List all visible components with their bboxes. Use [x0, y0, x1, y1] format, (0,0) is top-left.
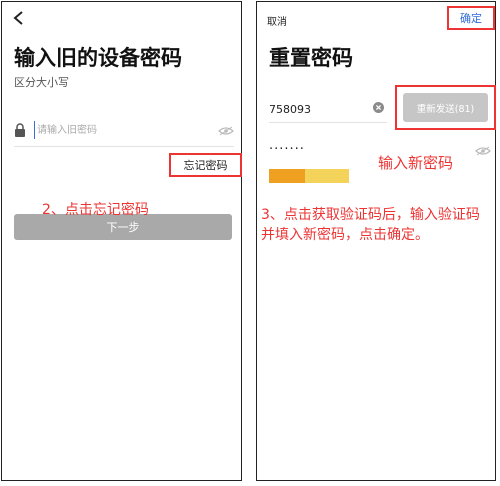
back-arrow-icon[interactable] [12, 10, 26, 26]
step-3-annotation: 3、点击获取验证码后，输入验证码并填入新密码，点击确定。 [261, 207, 480, 243]
reset-password-panel-right: 取消 确定 重置密码 重新发送(81) 输入新密码 3、点击获取验证码后，输入验… [256, 1, 496, 481]
input-underline [269, 122, 387, 123]
lock-icon [15, 123, 25, 137]
password-strength-bar [269, 169, 495, 183]
forgot-password-link[interactable]: 忘记密码 [169, 153, 242, 177]
eye-hidden-icon[interactable] [475, 146, 491, 156]
new-password-input[interactable] [269, 141, 369, 157]
confirm-button[interactable]: 确定 [447, 6, 495, 30]
strength-fill-medium [305, 169, 349, 183]
resend-highlight: 重新发送(81) [395, 85, 496, 130]
old-password-input[interactable] [34, 121, 217, 139]
page-title: 输入旧的设备密码 [14, 46, 182, 70]
eye-hidden-icon[interactable] [218, 126, 234, 136]
page-title: 重置密码 [269, 46, 353, 70]
resend-code-button[interactable]: 重新发送(81) [403, 93, 488, 122]
clear-icon[interactable] [373, 102, 384, 113]
step-2-annotation: 2、点击忘记密码 [42, 202, 149, 218]
page-subtitle: 区分大小写 [14, 76, 69, 89]
strength-fill-weak [269, 169, 305, 183]
input-underline [14, 146, 234, 147]
verification-code-input[interactable] [269, 100, 369, 118]
forgot-password-panel-left: 输入旧的设备密码 区分大小写 忘记密码 下一步 2、点击忘记密码 [1, 1, 242, 481]
cancel-link[interactable]: 取消 [267, 13, 287, 28]
